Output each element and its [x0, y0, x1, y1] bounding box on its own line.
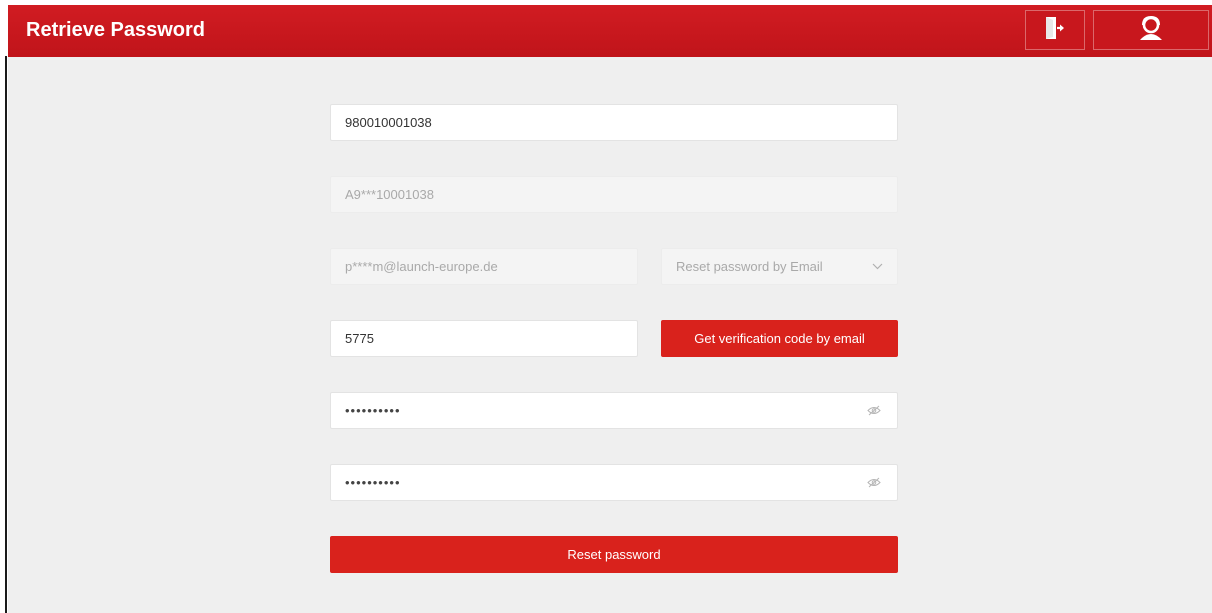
header-bar: Retrieve Password: [8, 5, 1212, 57]
support-button[interactable]: [1093, 10, 1209, 50]
confirm-password-value: ••••••••••: [345, 475, 401, 490]
page-title: Retrieve Password: [26, 19, 205, 41]
app-window: Retrieve Password 980010001038 A9***1000…: [0, 0, 1212, 613]
exit-button[interactable]: [1025, 10, 1085, 50]
verification-code-value: 5775: [345, 331, 374, 346]
verification-code-input[interactable]: 5775: [330, 320, 638, 357]
confirm-password-input[interactable]: ••••••••••: [330, 464, 898, 501]
new-password-input[interactable]: ••••••••••: [330, 392, 898, 429]
customer-support-icon: [1137, 15, 1165, 46]
form-area: 980010001038 A9***10001038 p****m@launch…: [8, 57, 1212, 613]
serial-number-input[interactable]: 980010001038: [330, 104, 898, 141]
serial-number-value: 980010001038: [345, 115, 432, 130]
masked-email-field: p****m@launch-europe.de: [330, 248, 638, 285]
reset-method-select[interactable]: Reset password by Email: [661, 248, 898, 285]
masked-id-field: A9***10001038: [330, 176, 898, 213]
hide-confirm-password-eye-icon[interactable]: [865, 476, 883, 490]
hide-password-eye-icon[interactable]: [865, 404, 883, 418]
exit-door-icon: [1044, 16, 1066, 45]
chevron-down-icon: [871, 261, 883, 273]
masked-id-value: A9***10001038: [345, 187, 434, 202]
new-password-value: ••••••••••: [345, 403, 401, 418]
get-verification-code-button[interactable]: Get verification code by email: [661, 320, 898, 357]
reset-password-button[interactable]: Reset password: [330, 536, 898, 573]
reset-method-value: Reset password by Email: [676, 259, 823, 274]
window-left-edge: [0, 0, 8, 613]
masked-email-value: p****m@launch-europe.de: [345, 259, 498, 274]
